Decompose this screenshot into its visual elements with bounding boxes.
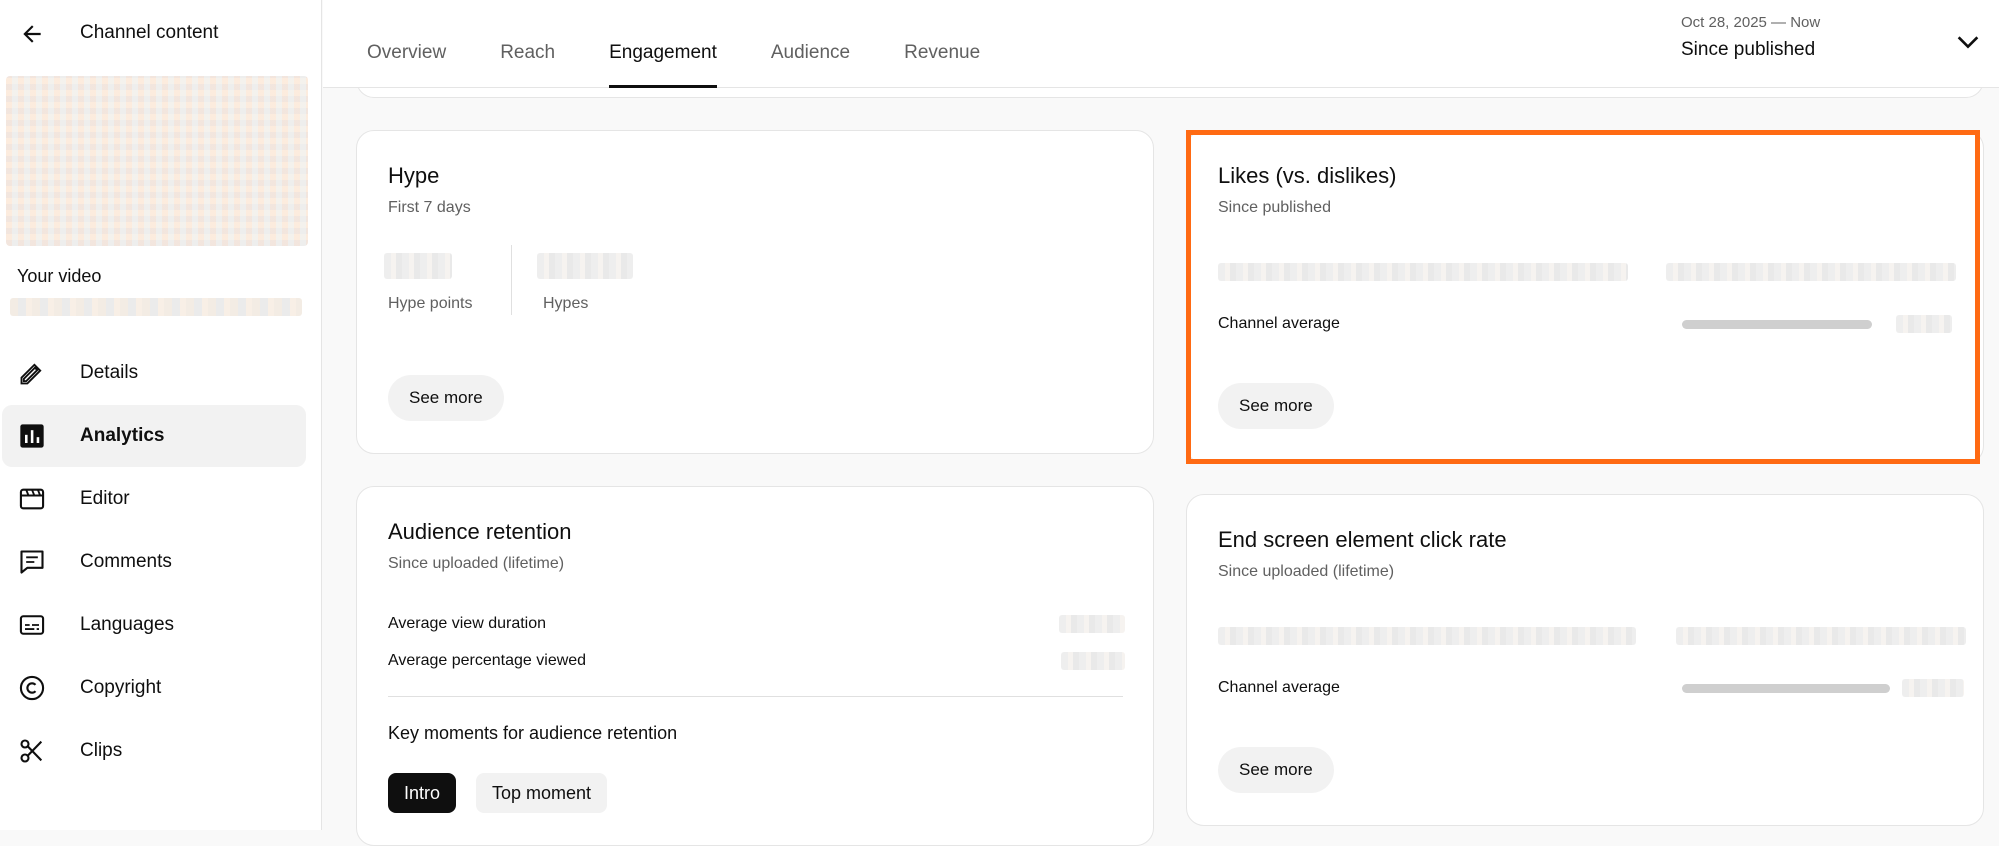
hype-points-label: Hype points (388, 295, 473, 312)
sidebar-item-editor[interactable]: Editor (2, 468, 306, 530)
sidebar-item-label: Languages (80, 614, 175, 635)
tab-engagement[interactable]: Engagement (609, 0, 717, 88)
your-video-label: Your video (17, 266, 102, 286)
analytics-header: Overview Reach Engagement Audience Reven… (323, 0, 1999, 88)
channel-average-label: Channel average (1218, 679, 1340, 696)
back-row: Channel content (16, 16, 218, 52)
sidebar-item-label: Clips (80, 740, 123, 761)
card-title: Audience retention (388, 519, 572, 544)
comment-icon (20, 550, 44, 574)
tab-audience[interactable]: Audience (771, 0, 850, 88)
sidebar-item-languages[interactable]: Languages (2, 594, 306, 656)
hype-points-value-redacted (384, 253, 452, 279)
hypes-value-redacted (537, 253, 633, 279)
clapperboard-icon (19, 488, 45, 510)
card-subtitle: Since uploaded (lifetime) (1218, 563, 1395, 580)
chip-intro[interactable]: Intro (388, 773, 457, 813)
subtitles-icon (19, 615, 45, 635)
see-more-button[interactable]: See more (388, 375, 504, 421)
card-title: End screen element click rate (1218, 527, 1507, 552)
tab-reach[interactable]: Reach (500, 0, 555, 88)
hype-card: Hype First 7 days Hype points Hypes See … (356, 130, 1154, 454)
sidebar-nav: Details Analytics Editor Comments Langua… (0, 342, 322, 783)
average-percentage-viewed-value-redacted (1061, 652, 1125, 670)
average-view-duration-value-redacted (1059, 615, 1125, 633)
card-subtitle: Since uploaded (lifetime) (388, 555, 565, 572)
date-range-label: Since published (1681, 39, 1816, 60)
audience-retention-card: Audience retention Since uploaded (lifet… (356, 486, 1154, 846)
click-rate-value-redacted (1676, 627, 1966, 645)
sidebar-title: Channel content (80, 22, 219, 43)
tab-revenue[interactable]: Revenue (904, 0, 980, 88)
sidebar-item-comments[interactable]: Comments (2, 531, 306, 593)
card-title: Hype (388, 163, 440, 188)
video-title-redacted (10, 298, 302, 316)
click-rate-bar-redacted (1218, 627, 1636, 645)
end-screen-card: End screen element click rate Since uplo… (1186, 494, 1984, 826)
average-percentage-viewed-label: Average percentage viewed (388, 652, 587, 669)
sidebar: Channel content Your video Details Analy… (0, 0, 322, 830)
see-more-button[interactable]: See more (1218, 383, 1334, 429)
sidebar-item-details[interactable]: Details (2, 342, 306, 404)
tab-bar: Overview Reach Engagement Audience Reven… (367, 0, 1034, 88)
card-subtitle: First 7 days (388, 199, 471, 216)
sidebar-item-label: Analytics (80, 425, 165, 446)
likes-value-redacted (1666, 263, 1956, 281)
sidebar-item-label: Comments (80, 551, 172, 572)
channel-average-bar (1682, 320, 1872, 329)
sidebar-item-label: Editor (80, 488, 130, 509)
card-subtitle: Since published (1218, 199, 1331, 216)
metric-divider (511, 245, 512, 315)
chevron-down-icon[interactable] (1952, 26, 1984, 58)
channel-average-value-redacted (1902, 679, 1964, 697)
average-view-duration-label: Average view duration (388, 615, 547, 632)
pencil-icon (20, 363, 42, 385)
date-range-selector[interactable]: Oct 28, 2025 — Now Since published (1681, 14, 1820, 61)
likes-card: Likes (vs. dislikes) Since published Cha… (1186, 130, 1984, 464)
sidebar-item-copyright[interactable]: Copyright (2, 657, 306, 719)
channel-average-value-redacted (1896, 315, 1952, 333)
tab-overview[interactable]: Overview (367, 0, 446, 88)
date-range-dates: Oct 28, 2025 — Now (1681, 14, 1821, 31)
see-more-button[interactable]: See more (1218, 747, 1334, 793)
likes-bar-redacted (1218, 263, 1628, 281)
sidebar-item-clips[interactable]: Clips (2, 720, 306, 782)
video-thumbnail[interactable] (6, 76, 308, 246)
scissors-icon (20, 739, 43, 763)
hypes-label: Hypes (543, 295, 589, 312)
sidebar-item-analytics[interactable]: Analytics (2, 405, 306, 467)
sidebar-item-label: Copyright (80, 677, 162, 698)
key-moments-title: Key moments for audience retention (388, 723, 678, 743)
copyright-icon (19, 675, 45, 701)
channel-average-bar (1682, 684, 1890, 693)
sidebar-item-label: Details (80, 362, 139, 383)
section-divider (388, 696, 1123, 697)
analytics-icon (20, 424, 44, 448)
card-title: Likes (vs. dislikes) (1218, 163, 1397, 188)
chip-top-moment[interactable]: Top moment (476, 773, 608, 813)
back-arrow-icon[interactable] (16, 18, 48, 50)
channel-average-label: Channel average (1218, 315, 1340, 332)
